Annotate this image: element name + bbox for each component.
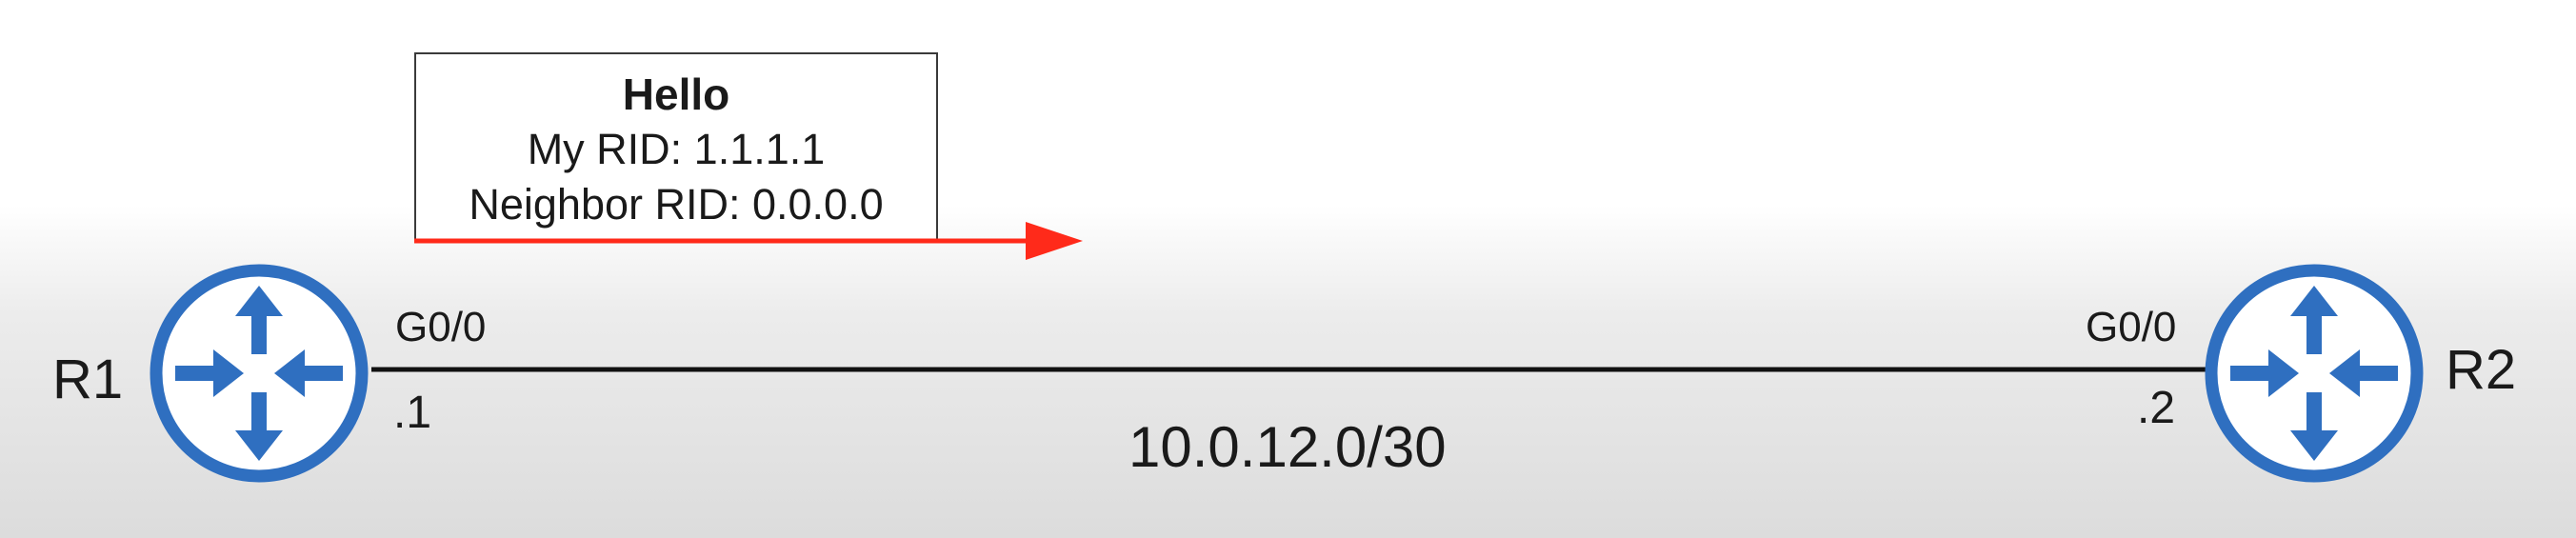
r2-address-label: .2 (2137, 383, 2176, 433)
r1-name-label: R1 (52, 349, 124, 410)
hello-arrow (414, 222, 1083, 260)
r1-router-icon (150, 264, 369, 483)
r2-interface-label: G0/0 (2086, 304, 2177, 350)
r2-router-icon (2205, 264, 2424, 483)
link-subnet-label: 10.0.12.0/30 (1128, 415, 1447, 479)
r1-interface-label: G0/0 (395, 304, 487, 350)
r1-address-label: .1 (393, 388, 432, 438)
r2-name-label: R2 (2446, 339, 2517, 401)
